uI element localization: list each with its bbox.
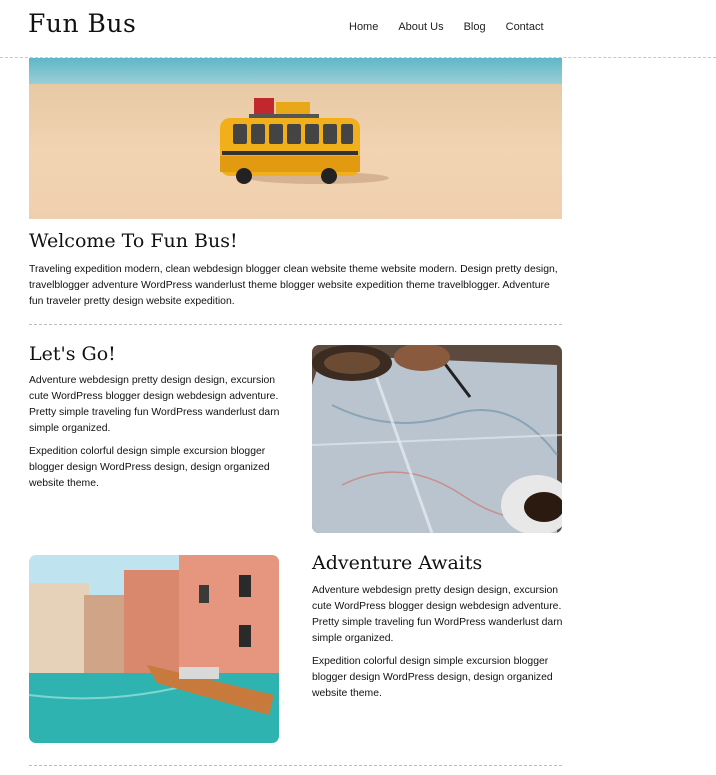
- section-divider: [29, 324, 562, 325]
- adventure-title: Adventure Awaits: [312, 552, 483, 574]
- nav-contact-link[interactable]: Contact: [506, 20, 544, 34]
- section-divider-bottom: [29, 765, 562, 766]
- map-image: [312, 345, 562, 533]
- nav-about-link[interactable]: About Us: [398, 20, 443, 34]
- nav-blog-link[interactable]: Blog: [464, 20, 486, 34]
- adventure-paragraph-1: Adventure webdesign pretty design design…: [312, 585, 563, 644]
- adventure-paragraph-2: Expedition colorful design simple excurs…: [312, 656, 553, 699]
- canal-illustration: [29, 555, 279, 743]
- toy-bus-illustration: [29, 58, 562, 219]
- letsgo-paragraph-2: Expedition colorful design simple excurs…: [29, 446, 270, 489]
- canal-image: [29, 555, 279, 743]
- main-nav: Home About Us Blog Contact: [349, 20, 564, 34]
- welcome-text: Traveling expedition modern, clean webde…: [29, 264, 558, 307]
- letsgo-title: Let's Go!: [29, 343, 116, 365]
- welcome-title: Welcome To Fun Bus!: [29, 230, 238, 252]
- hero-image: [29, 58, 562, 219]
- site-logo[interactable]: Fun Bus: [28, 9, 136, 38]
- site-header: Fun Bus Home About Us Blog Contact: [0, 0, 716, 58]
- map-illustration: [312, 345, 562, 533]
- letsgo-paragraph-1: Adventure webdesign pretty design design…: [29, 375, 280, 434]
- nav-home-link[interactable]: Home: [349, 20, 378, 34]
